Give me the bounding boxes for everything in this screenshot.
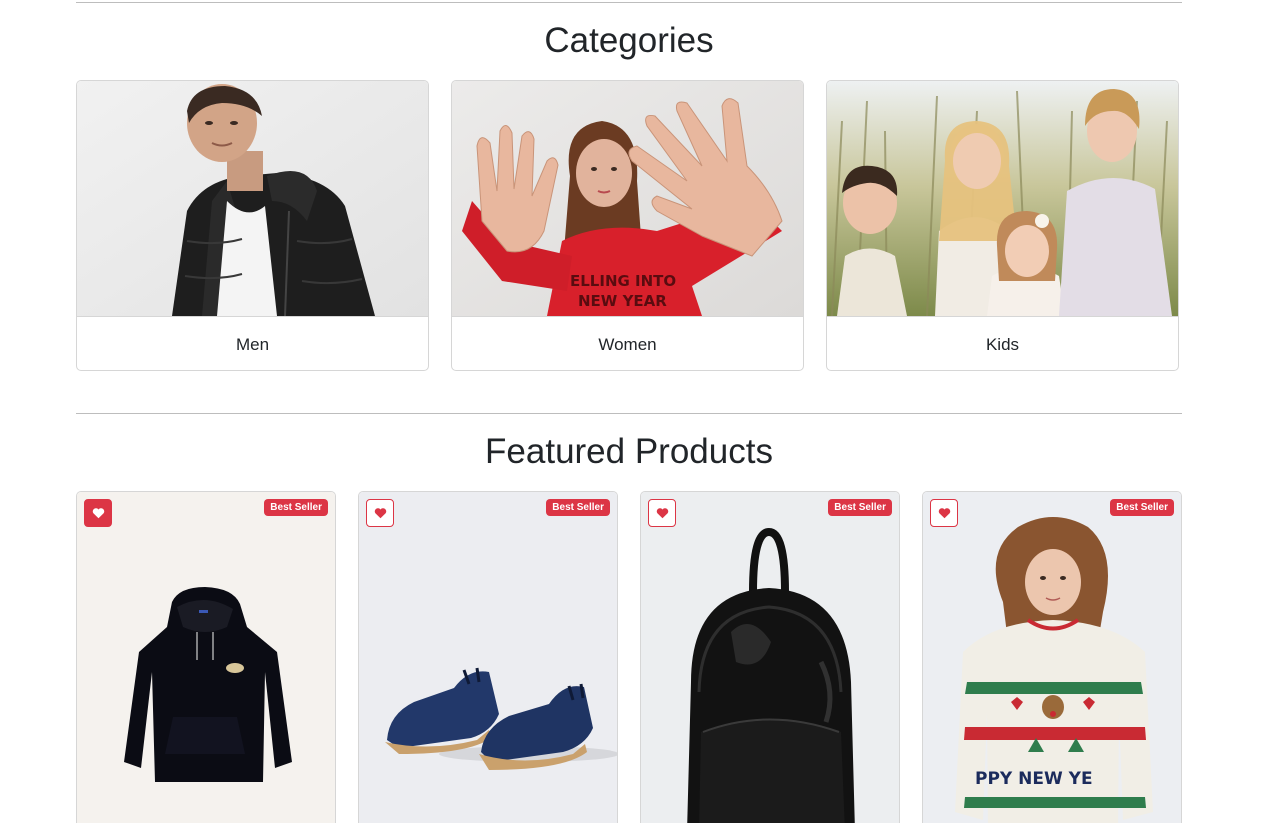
svg-text:NEW YEAR: NEW YEAR <box>578 292 667 310</box>
best-seller-badge: Best Seller <box>1110 499 1174 516</box>
heart-icon <box>656 508 668 519</box>
category-card-women[interactable]: ELLING INTO NEW YEAR Women <box>451 80 804 371</box>
svg-text:PPY NEW YE: PPY NEW YE <box>975 769 1093 789</box>
category-card-men[interactable]: Men <box>76 80 429 371</box>
category-image-men <box>77 81 428 317</box>
product-image-espadrilles <box>359 492 617 823</box>
category-card-kids[interactable]: Kids <box>826 80 1179 371</box>
page-content: Categories Men ELLING INTO NEW YEAR Wome… <box>76 2 1182 823</box>
favorite-button[interactable] <box>648 499 676 527</box>
product-card[interactable]: Best Seller <box>76 491 336 823</box>
categories-grid: Men ELLING INTO NEW YEAR Women Kids <box>76 80 1182 371</box>
favorite-button[interactable] <box>84 499 112 527</box>
category-image-kids <box>827 81 1178 317</box>
product-card[interactable]: Best Seller <box>358 491 618 823</box>
featured-heading: Featured Products <box>485 432 773 471</box>
product-card[interactable]: Best Seller <box>640 491 900 823</box>
heart-icon <box>92 508 104 519</box>
featured-divider <box>76 413 1182 414</box>
product-card[interactable]: PPY NEW YE Best Seller <box>922 491 1182 823</box>
favorite-button[interactable] <box>366 499 394 527</box>
heart-icon <box>374 508 386 519</box>
categories-heading: Categories <box>544 21 714 60</box>
product-image-christmas-sweater: PPY NEW YE <box>923 492 1181 823</box>
heart-icon <box>938 508 950 519</box>
featured-products-grid: Best Seller Best Seller Best Seller PPY … <box>76 491 1182 823</box>
product-image-hoodie <box>77 492 335 823</box>
best-seller-badge: Best Seller <box>546 499 610 516</box>
best-seller-badge: Best Seller <box>264 499 328 516</box>
best-seller-badge: Best Seller <box>828 499 892 516</box>
category-label-men: Men <box>235 334 270 354</box>
category-label-kids: Kids <box>985 334 1020 354</box>
favorite-button[interactable] <box>930 499 958 527</box>
product-image-backpack <box>641 492 899 823</box>
category-label-women: Women <box>598 334 657 354</box>
category-image-women: ELLING INTO NEW YEAR <box>452 81 803 317</box>
top-divider <box>76 2 1182 3</box>
svg-text:ELLING INTO: ELLING INTO <box>570 272 676 290</box>
